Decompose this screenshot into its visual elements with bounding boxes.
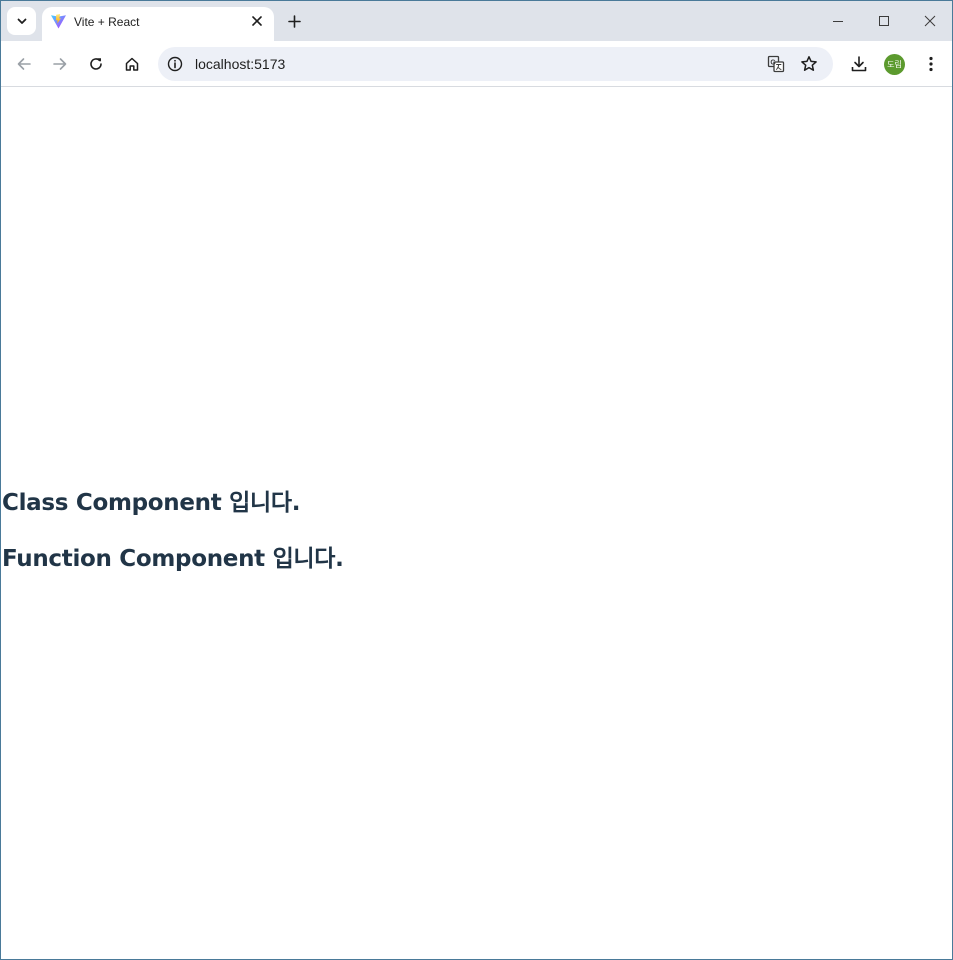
downloads-button[interactable]: [845, 50, 873, 78]
vite-logo-icon: [51, 14, 66, 29]
home-button[interactable]: [118, 50, 146, 78]
arrow-right-icon: [53, 58, 67, 70]
class-component-heading: Class Component 입니다.: [2, 490, 301, 516]
site-info-button[interactable]: [165, 54, 185, 74]
info-icon: [167, 56, 183, 72]
minimize-button[interactable]: [826, 9, 850, 33]
profile-avatar[interactable]: 도림: [884, 54, 905, 75]
back-button[interactable]: [10, 50, 38, 78]
maximize-icon: [879, 16, 889, 26]
url-text[interactable]: localhost:5173: [195, 56, 285, 72]
bookmark-button[interactable]: [797, 52, 821, 76]
translate-button[interactable]: G: [764, 52, 788, 76]
page-viewport: Class Component 입니다. Function Component …: [1, 88, 952, 959]
home-icon: [125, 57, 139, 71]
forward-button[interactable]: [46, 50, 74, 78]
maximize-button[interactable]: [872, 9, 896, 33]
browser-toolbar: localhost:5173 G 도림: [1, 41, 952, 87]
minimize-icon: [833, 21, 843, 22]
address-bar[interactable]: localhost:5173 G: [158, 47, 833, 81]
window-close-button[interactable]: [918, 9, 942, 33]
browser-window: Vite + React localhost:5173 G 도림 Class C…: [0, 0, 953, 960]
tab-strip: Vite + React: [1, 1, 952, 41]
reload-button[interactable]: [82, 50, 110, 78]
tab-title: Vite + React: [74, 15, 140, 29]
close-icon: [252, 16, 262, 26]
translate-icon: G: [767, 55, 785, 73]
tab-active[interactable]: Vite + React: [42, 7, 274, 41]
kebab-menu-icon: [929, 56, 933, 72]
star-icon: [801, 56, 817, 71]
plus-icon: [287, 14, 301, 28]
close-icon: [924, 15, 936, 27]
tab-close-button[interactable]: [248, 12, 266, 30]
new-tab-button[interactable]: [281, 8, 307, 34]
function-component-heading: Function Component 입니다.: [2, 546, 344, 572]
reload-icon: [90, 58, 102, 70]
chevron-down-icon: [17, 18, 26, 24]
arrow-left-icon: [17, 58, 31, 70]
tab-search-button[interactable]: [7, 7, 36, 35]
svg-text:G: G: [770, 60, 776, 67]
browser-menu-button[interactable]: [917, 50, 945, 78]
download-icon: [851, 56, 867, 72]
